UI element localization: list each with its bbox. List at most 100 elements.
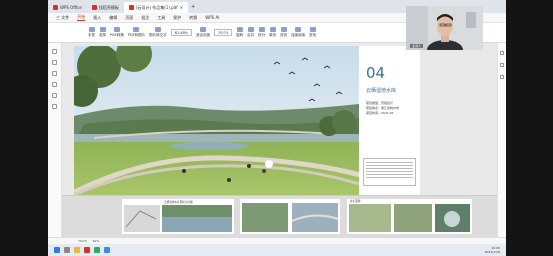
pdf-convert-button[interactable]: PDF转换	[110, 27, 124, 38]
project-info-panel: 04 云栖湿地水库 项目类型：景观设计 项目地点：浙江省杭州市 项目时间：202…	[359, 46, 420, 195]
single-page-icon	[269, 27, 276, 32]
tool-label: 拆分	[258, 33, 266, 37]
rotate-button[interactable]: 旋转	[236, 27, 243, 38]
project-number: 04	[366, 64, 386, 82]
tab-pdf-document[interactable]: (云设计) 作品集(1).pdf ×	[123, 2, 189, 13]
tool-label: 连续阅读	[291, 33, 306, 37]
fit-page-icon	[200, 27, 207, 32]
project-meta-location: 项目地点：浙江省杭州市	[366, 106, 400, 110]
ocr-icon	[154, 27, 161, 32]
file-explorer-icon[interactable]	[74, 247, 80, 253]
convert-icon	[113, 27, 120, 32]
tool-label: 图片转文字	[149, 33, 167, 37]
browser-icon[interactable]	[104, 247, 110, 253]
hand-icon	[88, 27, 95, 32]
right-sidebar	[497, 43, 506, 237]
menu-edit[interactable]: 编辑	[109, 15, 117, 21]
page-number-input[interactable]: 70/74	[214, 29, 233, 36]
zoom-value: 62.48%	[174, 30, 189, 35]
menu-page[interactable]: 页面	[125, 15, 133, 21]
template-icon	[91, 5, 97, 10]
close-icon[interactable]: ×	[180, 5, 183, 10]
zoom-input[interactable]: 62.48%	[170, 29, 193, 36]
tool-label: 适合页面	[196, 33, 211, 37]
continuous-read-button[interactable]: 连续阅读	[291, 27, 305, 38]
page-indicator: 70/74	[218, 30, 229, 35]
tool-label: 选择	[99, 33, 106, 37]
menu-tools[interactable]: 工具	[157, 15, 165, 21]
layers-icon[interactable]	[52, 104, 57, 109]
cursor-icon	[99, 27, 106, 32]
annotation-icon[interactable]	[52, 71, 57, 76]
single-page-button[interactable]: 单页	[269, 27, 276, 38]
merge-button[interactable]: 合并	[247, 27, 254, 38]
fit-page-button[interactable]: 适合页面	[196, 27, 210, 38]
thumbnail-icon[interactable]	[52, 60, 57, 65]
wechat-icon[interactable]	[94, 247, 100, 253]
search-icon[interactable]	[52, 93, 57, 98]
search-icon[interactable]	[64, 247, 70, 253]
thumbnail-site-analysis[interactable]: 云栖湿地水库现状分析图	[122, 199, 234, 234]
tool-label: 查找	[309, 33, 317, 37]
wetland-rendering-image	[74, 46, 359, 195]
select-tool-button[interactable]: 选择	[99, 27, 106, 38]
split-button[interactable]: 拆分	[258, 27, 265, 38]
tab-label: 找稻壳模板	[98, 4, 119, 10]
pdf-page: 04 云栖湿地水库 项目类型：景观设计 项目地点：浙江省杭州市 项目时间：202…	[74, 46, 420, 195]
clock-date: 2023/11/8	[484, 250, 500, 254]
menu-convert[interactable]: 转换	[189, 15, 197, 21]
thumbnail-masterplan[interactable]: 总平面图	[347, 199, 472, 234]
tool-label: PDF转图片	[127, 33, 146, 37]
tab-label: (云设计) 作品集(1).pdf	[135, 4, 178, 10]
image-to-text-button[interactable]: 图片转文字	[149, 27, 167, 38]
system-clock[interactable]: 22:05 2023/11/8	[485, 246, 500, 254]
bookmark-icon[interactable]	[52, 49, 57, 54]
menu-wps-ai[interactable]: WPS AI	[205, 15, 219, 20]
wps-logo-icon	[53, 5, 58, 10]
pdf-to-image-button[interactable]: PDF转图片	[128, 27, 145, 38]
status-zoom[interactable]: 62%	[93, 239, 100, 243]
project-meta-date: 项目时间：2021.05	[366, 111, 394, 115]
presenter-name: 主讲人	[410, 44, 424, 48]
tool-label: PDF转换	[110, 33, 124, 37]
merge-icon	[247, 27, 254, 32]
hand-tool-button[interactable]: 手型	[88, 27, 95, 38]
double-page-icon	[280, 27, 287, 32]
project-description-box	[363, 158, 416, 186]
attachment-icon[interactable]	[52, 82, 57, 87]
new-tab-icon[interactable]: +	[191, 4, 195, 10]
search-icon	[309, 27, 316, 32]
document-viewport[interactable]: 04 云栖湿地水库 项目类型：景观设计 项目地点：浙江省杭州市 项目时间：202…	[62, 43, 497, 195]
menu-protect[interactable]: 保护	[173, 15, 181, 21]
tool-label: 合并	[247, 33, 255, 37]
left-sidebar	[48, 43, 62, 237]
split-icon	[258, 27, 265, 32]
menu-insert[interactable]: 插入	[93, 15, 101, 21]
status-page-indicator: 70/74	[78, 239, 87, 243]
tab-templates[interactable]: 找稻壳模板	[87, 2, 124, 13]
tool-label: 旋转	[236, 33, 244, 37]
windows-taskbar: 22:05 2023/11/8	[48, 244, 506, 256]
tool-label: 双页	[280, 33, 288, 37]
menu-file[interactable]: 三 文件	[56, 15, 69, 21]
webcam-overlay: 主讲人	[406, 6, 483, 50]
windows-start-icon[interactable]	[54, 247, 60, 253]
tab-wps-office[interactable]: WPS Office	[48, 2, 87, 13]
settings-icon[interactable]	[500, 75, 504, 79]
share-icon[interactable]	[500, 63, 504, 67]
menu-annotate[interactable]: 批注	[141, 15, 149, 21]
continuous-icon	[295, 27, 302, 32]
tool-label: 手型	[88, 33, 95, 37]
status-bar: 70/74 62%	[48, 237, 506, 244]
find-button[interactable]: 查找	[309, 27, 316, 38]
next-page-preview[interactable]: 云栖湿地水库现状分析图 总平面图	[62, 195, 497, 237]
pdf-icon	[128, 5, 134, 10]
project-title: 云栖湿地水库	[366, 88, 397, 94]
menu-home[interactable]: 开始	[77, 14, 86, 21]
thumbnail-rendering[interactable]	[240, 199, 340, 234]
property-icon[interactable]	[500, 51, 504, 55]
wps-taskbar-icon[interactable]	[84, 247, 90, 253]
double-page-button[interactable]: 双页	[280, 27, 287, 38]
tool-label: 单页	[269, 33, 277, 37]
image-icon	[133, 27, 140, 32]
